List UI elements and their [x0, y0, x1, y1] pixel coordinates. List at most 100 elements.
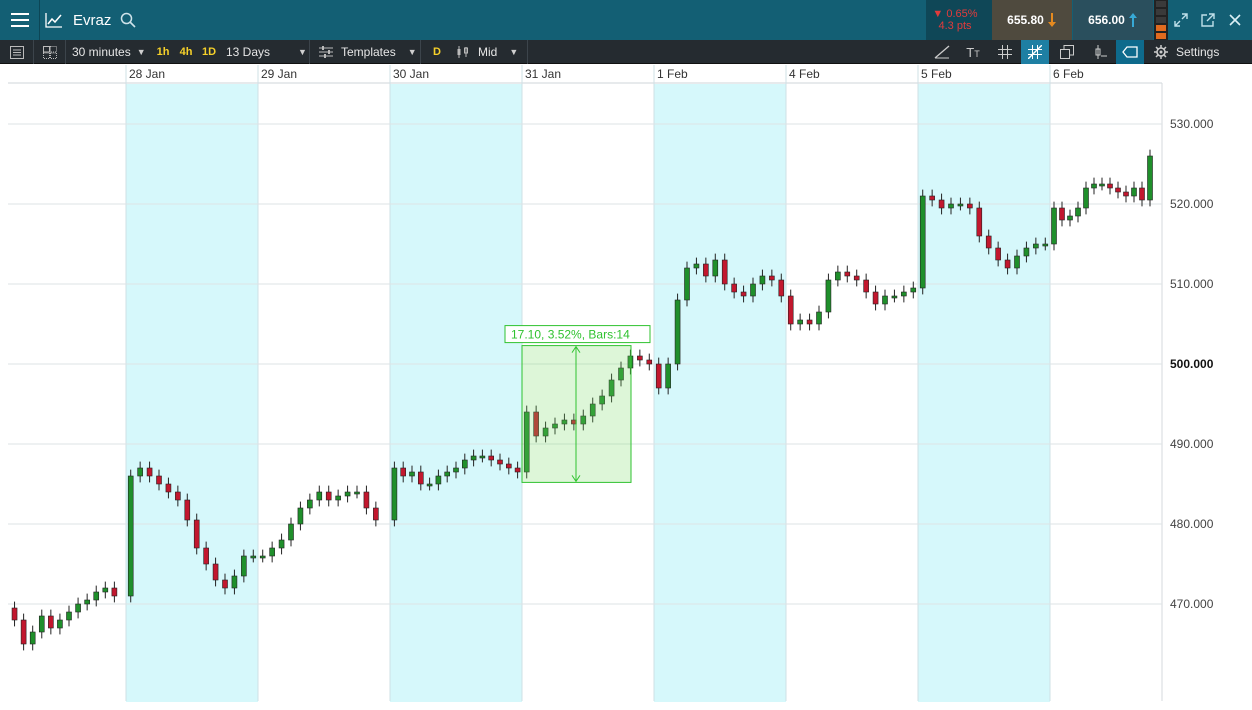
candle-body — [146, 467, 153, 477]
candle-body — [75, 603, 81, 613]
draw-tool-button[interactable] — [928, 40, 956, 64]
sell-price: 655.80 — [1007, 13, 1044, 27]
templates-select[interactable]: Templates ▼ — [311, 40, 421, 64]
price-change: ▼ 0.65% 4.3 pts — [926, 0, 992, 40]
candle-body — [297, 507, 304, 525]
candle-body — [514, 467, 521, 473]
chart-app: Evraz ▼ 0.65% 4.3 pts 655.80 656.00 30 m… — [0, 0, 1252, 710]
candle-body — [853, 275, 860, 281]
candle-body — [175, 491, 181, 501]
price-chart[interactable]: 28 Jan 29 Jan 30 Jan 31 Jan 1 Feb 4 Feb 5 Feb 6… — [0, 65, 1252, 710]
candle-body — [127, 475, 134, 597]
candle-body — [426, 483, 433, 487]
interval-value: 30 minutes — [72, 45, 131, 59]
candle-body — [693, 263, 700, 269]
candlestick-chart[interactable]: 28 Jan 29 Jan 30 Jan 31 Jan 1 Feb 4 Feb 5 Feb 6… — [0, 65, 1252, 710]
candle-body — [344, 491, 351, 497]
candle-body — [721, 259, 728, 285]
sell-button[interactable]: 655.80 — [992, 0, 1072, 40]
candle-body — [137, 467, 143, 477]
candle-body — [778, 279, 785, 297]
chart-type-button[interactable] — [40, 0, 68, 40]
candle-body — [409, 471, 415, 477]
candle-body — [1051, 207, 1057, 245]
candle-body — [1075, 207, 1081, 217]
candle-body — [882, 295, 888, 305]
templates-label: Templates — [341, 45, 396, 59]
menu-icon — [10, 13, 29, 27]
candle-body — [1099, 183, 1105, 187]
candle-body — [948, 203, 954, 209]
candle-body — [769, 275, 775, 281]
candle-body — [1123, 191, 1129, 197]
candle-body — [910, 287, 917, 293]
timeframe-1d[interactable]: 1D — [199, 40, 219, 64]
range-select[interactable]: 13 Days ▼ — [220, 40, 310, 64]
candle-body — [703, 263, 709, 277]
close-button[interactable] — [1222, 0, 1248, 40]
candle-body — [957, 203, 964, 207]
candle-body — [354, 491, 360, 495]
candle-body — [938, 199, 945, 209]
timeframe-1h[interactable]: 1h — [153, 40, 173, 64]
candle-body — [11, 607, 18, 621]
candle-body — [1091, 183, 1097, 189]
candle-body — [863, 279, 869, 293]
candle-body — [505, 463, 512, 469]
candle-body — [646, 359, 653, 365]
day-band — [918, 84, 1050, 702]
settings-button[interactable]: Settings — [1150, 40, 1250, 64]
layout-button[interactable] — [34, 40, 66, 64]
candle-body — [259, 555, 266, 559]
price-label-toggle[interactable] — [1116, 40, 1144, 64]
x-tick-label: 6 Feb — [1053, 67, 1084, 81]
candle-body — [712, 259, 719, 277]
candle-body — [461, 459, 468, 469]
candle-body — [363, 491, 370, 509]
candle-body — [787, 295, 794, 325]
day-band — [654, 84, 786, 702]
candle-body — [165, 483, 172, 493]
indicator-button[interactable] — [1085, 40, 1115, 64]
candle-body — [901, 291, 907, 297]
interval-select[interactable]: 30 minutes ▼ — [72, 40, 150, 64]
popout-button[interactable] — [1195, 0, 1221, 40]
day-band — [126, 84, 258, 702]
crosshair-toggle-button[interactable] — [1021, 40, 1049, 64]
search-button[interactable] — [117, 0, 139, 40]
y-tick-label: 510.000 — [1170, 277, 1214, 291]
buy-button[interactable]: 656.00 — [1073, 0, 1153, 40]
x-tick-label: 30 Jan — [393, 67, 429, 81]
candle-indicator-icon — [1095, 45, 1107, 59]
watchlist-button[interactable] — [0, 40, 34, 64]
candle-body — [479, 455, 486, 459]
candle-body — [269, 547, 275, 557]
menu-button[interactable] — [0, 0, 40, 40]
change-percent: ▼ 0.65% — [932, 8, 978, 20]
y-tick-label: 470.000 — [1170, 597, 1214, 611]
candle-body — [203, 547, 209, 565]
candle-body — [156, 475, 162, 485]
candle-body — [1033, 243, 1039, 249]
arrow-up-icon — [1128, 13, 1137, 27]
close-icon — [1229, 14, 1241, 26]
candle-body — [835, 271, 841, 281]
y-tick-label: 490.000 — [1170, 437, 1214, 451]
fullscreen-button[interactable] — [1168, 0, 1194, 40]
popout-icon — [1201, 13, 1215, 27]
chevron-down-icon: ▼ — [407, 47, 417, 57]
candle-body — [976, 207, 983, 237]
instrument-name[interactable]: Evraz — [73, 0, 111, 40]
candle-body — [57, 619, 63, 629]
candle-body — [1147, 155, 1153, 201]
crosshair-grid-icon — [1028, 45, 1042, 59]
grid-toggle-button[interactable] — [990, 40, 1020, 64]
timeframe-4h[interactable]: 4h — [176, 40, 196, 64]
candles-icon — [457, 46, 468, 58]
text-tool-button[interactable]: TT — [958, 40, 988, 64]
duplicate-button[interactable] — [1052, 40, 1082, 64]
dividends-badge[interactable]: D — [428, 40, 446, 64]
candle-body — [184, 499, 191, 521]
price-type-select[interactable]: Mid ▼ — [450, 40, 528, 64]
candle-body — [967, 203, 973, 209]
